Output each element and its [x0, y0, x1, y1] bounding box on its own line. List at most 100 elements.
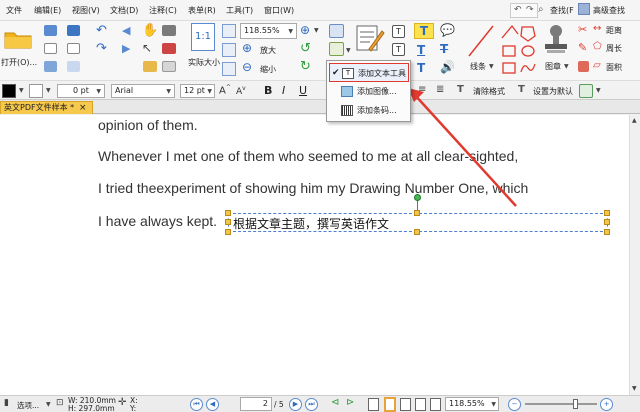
shrink-font-icon[interactable]: Av	[236, 85, 246, 97]
single-page-icon[interactable]	[368, 398, 379, 411]
eraser-icon[interactable]: ✎	[578, 41, 587, 54]
continuous-facing-icon[interactable]	[415, 398, 426, 411]
document-page[interactable]: opinion of them. Whenever I met one of t…	[0, 115, 629, 395]
zoom-out-button[interactable]: −	[508, 398, 521, 411]
area-label[interactable]: 面积	[606, 62, 622, 73]
zoom-out-label[interactable]: 缩小	[260, 64, 276, 75]
facing-page-icon[interactable]	[400, 398, 411, 411]
first-page-button[interactable]: ⏮	[190, 398, 203, 411]
menu-window[interactable]: 窗口(W)	[264, 5, 294, 16]
zoom-out-icon[interactable]: ⊖	[242, 60, 252, 74]
distance-icon[interactable]: ↔	[593, 23, 601, 34]
shape-tools-icon[interactable]	[500, 24, 536, 76]
forward-icon[interactable]: ▶	[122, 42, 130, 55]
set-default-button[interactable]: 设置为默认	[533, 86, 573, 97]
actual-size-icon[interactable]: 1:1	[191, 23, 215, 51]
rotate-right-icon[interactable]: ↻	[300, 59, 311, 74]
forward-view-icon[interactable]: ⊳	[346, 397, 354, 408]
underline-text-icon[interactable]: T	[417, 43, 425, 57]
menu-edit[interactable]: 编辑(E)	[34, 5, 61, 16]
resize-handle[interactable]	[414, 210, 420, 216]
perimeter-icon[interactable]: ⬠	[593, 41, 602, 52]
close-tab-icon[interactable]: ×	[79, 102, 87, 114]
resize-handle[interactable]	[414, 229, 420, 235]
more-tools-dropdown-icon[interactable]: ▼	[596, 87, 601, 94]
properties-icon[interactable]	[67, 43, 80, 54]
split-view-icon[interactable]	[430, 398, 441, 411]
fill-color-dropdown-icon[interactable]: ▼	[19, 87, 24, 94]
zoom-slider-thumb[interactable]	[573, 399, 578, 409]
crop-icon[interactable]	[143, 61, 157, 72]
rotate-left-icon[interactable]: ↺	[300, 41, 311, 56]
stamp-icon[interactable]	[543, 24, 569, 54]
back-icon[interactable]: ◀	[122, 24, 130, 37]
undo-arrow-icon[interactable]: ↶	[96, 23, 107, 38]
line-dropdown-icon[interactable]: ▼	[489, 63, 494, 70]
fill-color-swatch[interactable]	[2, 84, 16, 98]
underline-button[interactable]: U	[299, 84, 307, 97]
fit-visible-icon[interactable]	[222, 62, 236, 76]
menu-add-image[interactable]: 添加图像...	[329, 82, 409, 101]
line-color-dropdown-icon[interactable]: ▼	[46, 87, 51, 94]
last-page-button[interactable]: ⏭	[305, 398, 318, 411]
select-arrow-icon[interactable]: ↖	[142, 41, 152, 55]
select-text-icon[interactable]	[162, 43, 176, 54]
search-icon[interactable]: ⌕	[538, 4, 544, 15]
next-page-button[interactable]: ▶	[289, 398, 302, 411]
actual-size-label[interactable]: 实际大小	[188, 57, 220, 68]
zoom-in-plus-icon[interactable]: ⊕	[300, 23, 310, 37]
options-button[interactable]: 选项...	[17, 400, 39, 411]
edit-content-icon[interactable]	[355, 23, 385, 53]
page-number-input[interactable]: 2	[240, 397, 272, 411]
line-tool-label[interactable]: 线条	[470, 61, 486, 72]
menu-add-text-tool[interactable]: ✔ T 添加文本工具	[329, 63, 409, 82]
open-folder-icon[interactable]	[4, 29, 32, 49]
pencil-icon[interactable]	[578, 61, 589, 72]
scroll-up-icon[interactable]: ▲	[632, 117, 637, 124]
replace-text-icon[interactable]: T	[440, 42, 448, 56]
find-button[interactable]: 查找(F	[550, 5, 574, 16]
quick-tools[interactable]: ↶ ↷	[510, 3, 538, 18]
continuous-page-icon[interactable]	[384, 397, 396, 412]
vertical-scrollbar[interactable]: ▲ ▼	[629, 115, 640, 395]
add-text-dropdown-icon[interactable]: ▼	[346, 47, 351, 54]
menu-file[interactable]: 文件	[6, 5, 22, 16]
text-box-icon[interactable]: T	[392, 25, 405, 38]
menu-view[interactable]: 视图(V)	[72, 5, 100, 16]
highlight-text-icon[interactable]: T	[414, 23, 434, 39]
line-width-combo[interactable]: 0 pt ▼	[57, 84, 105, 98]
font-size-combo[interactable]: 12 pt ▼	[180, 84, 215, 98]
zoom-in-dropdown-icon[interactable]: ▼	[314, 27, 319, 34]
resize-handle[interactable]	[604, 219, 610, 225]
italic-button[interactable]: I	[282, 84, 285, 97]
menu-form[interactable]: 表单(R)	[188, 5, 216, 16]
magnifier-icon[interactable]	[162, 61, 176, 72]
zoom-combo[interactable]: 118.55% ▼	[240, 23, 297, 39]
note-icon[interactable]: 💬	[440, 23, 455, 37]
back-view-icon[interactable]: ⊲	[331, 397, 339, 408]
new-document-icon[interactable]	[44, 43, 57, 54]
zoom-in-label[interactable]: 放大	[260, 45, 276, 56]
snapshot-icon[interactable]	[162, 25, 176, 36]
status-zoom-combo[interactable]: 118.55% ▼	[445, 397, 499, 411]
sound-icon[interactable]: 🔊	[440, 60, 455, 74]
text-annotation-content[interactable]: 根据文章主题，撰写英语作文	[233, 215, 389, 232]
resize-handle[interactable]	[225, 219, 231, 225]
options-dropdown-icon[interactable]: ▼	[46, 401, 51, 408]
fit-page-icon[interactable]	[222, 24, 236, 38]
resize-handle[interactable]	[604, 229, 610, 235]
zoom-slider-track[interactable]	[525, 403, 597, 405]
add-text-tool-icon[interactable]	[329, 42, 344, 56]
resize-handle[interactable]	[225, 229, 231, 235]
zoom-in-icon[interactable]: ⊕	[242, 41, 252, 55]
scan-icon[interactable]	[67, 61, 80, 72]
email-icon[interactable]	[44, 61, 57, 72]
perimeter-label[interactable]: 周长	[606, 43, 622, 54]
text-check-icon[interactable]	[579, 84, 593, 98]
text-box-2-icon[interactable]: T	[392, 43, 405, 56]
resize-handle[interactable]	[225, 210, 231, 216]
line-color-swatch[interactable]	[29, 84, 43, 98]
strikeout-text-icon[interactable]: T	[417, 61, 425, 75]
redo-arrow-icon[interactable]: ↷	[96, 41, 107, 56]
typewriter-icon[interactable]	[329, 24, 344, 38]
